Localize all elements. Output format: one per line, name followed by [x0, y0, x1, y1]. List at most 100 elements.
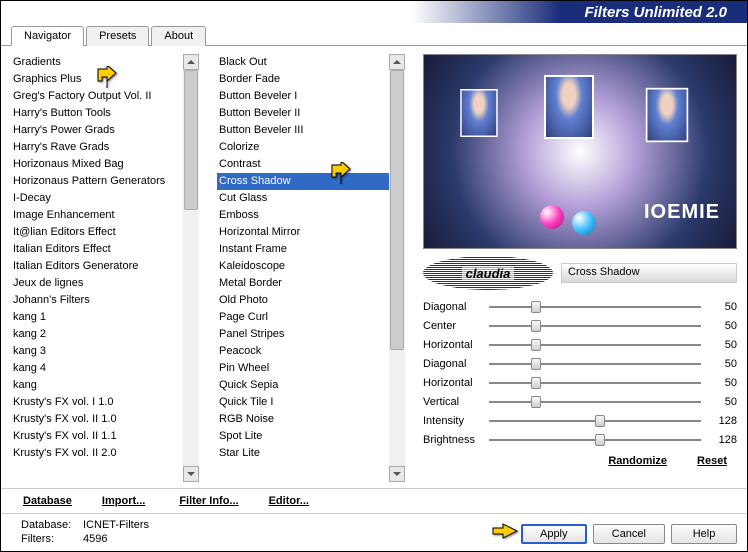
- scroll-down-button[interactable]: [183, 466, 199, 482]
- slider-thumb[interactable]: [531, 320, 541, 332]
- list-item[interactable]: Krusty's FX vol. I 1.0: [11, 394, 199, 411]
- slider-row: Center50: [423, 316, 737, 335]
- slider-track[interactable]: [489, 382, 701, 384]
- list-item[interactable]: Gradients: [11, 54, 199, 71]
- list-item[interactable]: kang 3: [11, 343, 199, 360]
- slider-track[interactable]: [489, 439, 701, 441]
- list-item[interactable]: Image Enhancement: [11, 207, 199, 224]
- list-item[interactable]: kang 4: [11, 360, 199, 377]
- status-bar: Database:ICNET-Filters Filters:4596 Appl…: [1, 513, 747, 552]
- category-scrollbar[interactable]: [183, 54, 199, 482]
- slider-label: Vertical: [423, 396, 483, 408]
- list-item[interactable]: Instant Frame: [217, 241, 405, 258]
- slider-track[interactable]: [489, 401, 701, 403]
- editor-button[interactable]: Editor...: [269, 495, 309, 507]
- scroll-down-button[interactable]: [389, 466, 405, 482]
- list-item[interactable]: Jeux de lignes: [11, 275, 199, 292]
- list-item[interactable]: Pin Wheel: [217, 360, 405, 377]
- list-item[interactable]: L en K landksiteofwonders: [11, 462, 199, 464]
- list-item[interactable]: Star Lite: [217, 445, 405, 462]
- slider-label: Intensity: [423, 415, 483, 427]
- slider-row: Brightness128: [423, 430, 737, 449]
- help-button[interactable]: Help: [671, 524, 737, 544]
- scroll-up-button[interactable]: [183, 54, 199, 70]
- list-item[interactable]: RGB Noise: [217, 411, 405, 428]
- list-item[interactable]: Quick Sepia: [217, 377, 405, 394]
- apply-button[interactable]: Apply: [521, 524, 587, 544]
- slider-thumb[interactable]: [531, 396, 541, 408]
- watermark-logo: claudia: [423, 256, 553, 290]
- slider-track[interactable]: [489, 344, 701, 346]
- reset-button[interactable]: Reset: [697, 455, 727, 467]
- list-item[interactable]: Italian Editors Effect: [11, 241, 199, 258]
- list-item[interactable]: Harry's Button Tools: [11, 105, 199, 122]
- list-item[interactable]: Colorize: [217, 139, 405, 156]
- slider-thumb[interactable]: [595, 434, 605, 446]
- slider-track[interactable]: [489, 420, 701, 422]
- list-item[interactable]: Old Photo: [217, 292, 405, 309]
- list-item[interactable]: Johann's Filters: [11, 292, 199, 309]
- list-item[interactable]: Page Curl: [217, 309, 405, 326]
- tab-about[interactable]: About: [151, 26, 206, 46]
- slider-value: 50: [707, 396, 737, 408]
- list-item[interactable]: Graphics Plus: [11, 71, 199, 88]
- import-button[interactable]: Import...: [102, 495, 145, 507]
- list-item[interactable]: Panel Stripes: [217, 326, 405, 343]
- tab-presets[interactable]: Presets: [86, 26, 149, 46]
- cancel-button[interactable]: Cancel: [593, 524, 665, 544]
- database-button[interactable]: Database: [23, 495, 72, 507]
- list-item[interactable]: Emboss: [217, 207, 405, 224]
- list-item[interactable]: Button Beveler II: [217, 105, 405, 122]
- list-item[interactable]: kang 1: [11, 309, 199, 326]
- list-item[interactable]: Black Out: [217, 54, 405, 71]
- tab-navigator[interactable]: Navigator: [11, 26, 84, 46]
- list-item[interactable]: Krusty's FX vol. II 2.0: [11, 445, 199, 462]
- slider-thumb[interactable]: [531, 358, 541, 370]
- list-item[interactable]: Greg's Factory Output Vol. II: [11, 88, 199, 105]
- filter-info-button[interactable]: Filter Info...: [179, 495, 238, 507]
- list-item[interactable]: Horizontal Mirror: [217, 224, 405, 241]
- slider-row: Diagonal50: [423, 297, 737, 316]
- slider-track[interactable]: [489, 306, 701, 308]
- list-item[interactable]: Italian Editors Generatore: [11, 258, 199, 275]
- slider-thumb[interactable]: [531, 339, 541, 351]
- scroll-up-button[interactable]: [389, 54, 405, 70]
- list-item[interactable]: Quick Tile I: [217, 394, 405, 411]
- list-item[interactable]: It@lian Editors Effect: [11, 224, 199, 241]
- list-item[interactable]: Kaleidoscope: [217, 258, 405, 275]
- scroll-thumb[interactable]: [390, 70, 404, 350]
- sliders-panel: Diagonal50Center50Horizontal50Diagonal50…: [423, 297, 737, 449]
- list-item[interactable]: Horizonaus Pattern Generators: [11, 173, 199, 190]
- list-item[interactable]: Metal Border: [217, 275, 405, 292]
- list-item[interactable]: Tinted Glass: [217, 462, 405, 464]
- category-list[interactable]: GradientsGraphics PlusGreg's Factory Out…: [11, 54, 199, 464]
- list-item[interactable]: Krusty's FX vol. II 1.0: [11, 411, 199, 428]
- list-item[interactable]: Button Beveler I: [217, 88, 405, 105]
- filter-scrollbar[interactable]: [389, 54, 405, 482]
- list-item[interactable]: I-Decay: [11, 190, 199, 207]
- filter-list[interactable]: Black OutBorder FadeButton Beveler IButt…: [217, 54, 405, 464]
- list-item[interactable]: Spot Lite: [217, 428, 405, 445]
- slider-thumb[interactable]: [531, 377, 541, 389]
- list-item[interactable]: Harry's Power Grads: [11, 122, 199, 139]
- list-item[interactable]: kang 2: [11, 326, 199, 343]
- randomize-button[interactable]: Randomize: [608, 455, 667, 467]
- list-item[interactable]: Peacock: [217, 343, 405, 360]
- pointer-icon: [491, 520, 519, 542]
- scroll-thumb[interactable]: [184, 70, 198, 210]
- list-item[interactable]: Border Fade: [217, 71, 405, 88]
- slider-track[interactable]: [489, 325, 701, 327]
- slider-thumb[interactable]: [595, 415, 605, 427]
- list-item[interactable]: Contrast: [217, 156, 405, 173]
- slider-track[interactable]: [489, 363, 701, 365]
- list-item[interactable]: Horizonaus Mixed Bag: [11, 156, 199, 173]
- list-item[interactable]: Krusty's FX vol. II 1.1: [11, 428, 199, 445]
- list-item[interactable]: Harry's Rave Grads: [11, 139, 199, 156]
- db-value: ICNET-Filters: [83, 518, 149, 532]
- list-item[interactable]: Cross Shadow: [217, 173, 405, 190]
- list-item[interactable]: Cut Glass: [217, 190, 405, 207]
- list-item[interactable]: kang: [11, 377, 199, 394]
- slider-label: Center: [423, 320, 483, 332]
- slider-thumb[interactable]: [531, 301, 541, 313]
- list-item[interactable]: Button Beveler III: [217, 122, 405, 139]
